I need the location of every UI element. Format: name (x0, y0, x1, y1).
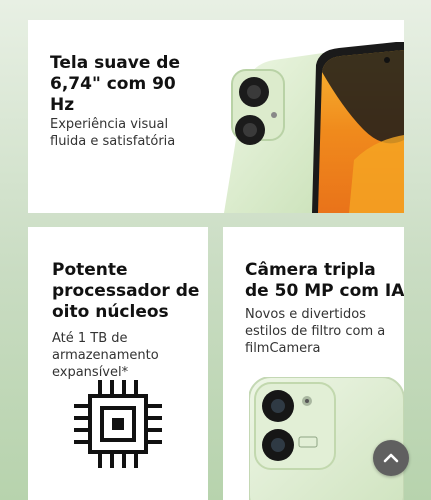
processor-feature-title: Potente processador de oito núcleos (52, 260, 200, 322)
display-feature-title: Tela suave de 6,74" com 90 Hz (50, 53, 181, 115)
chevron-up-icon (383, 453, 399, 463)
camera-feature-description: Novos e divertidos estilos de filtro com… (245, 307, 386, 356)
display-feature-card: Tela suave de 6,74" com 90 Hz Experiênci… (28, 20, 404, 213)
processor-feature-description: Até 1 TB de armazenamento expansível* (52, 331, 159, 380)
phone-camera-image (249, 377, 404, 500)
cpu-chip-icon (74, 380, 162, 468)
display-feature-description: Experiência visual fluida e satisfatória (50, 117, 176, 149)
processor-feature-card: Potente processador de oito núcleos Até … (28, 227, 208, 500)
scroll-to-top-button[interactable] (373, 440, 409, 476)
phone-front-image (224, 42, 404, 213)
camera-feature-title: Câmera tripla de 50 MP com IA (245, 260, 404, 301)
